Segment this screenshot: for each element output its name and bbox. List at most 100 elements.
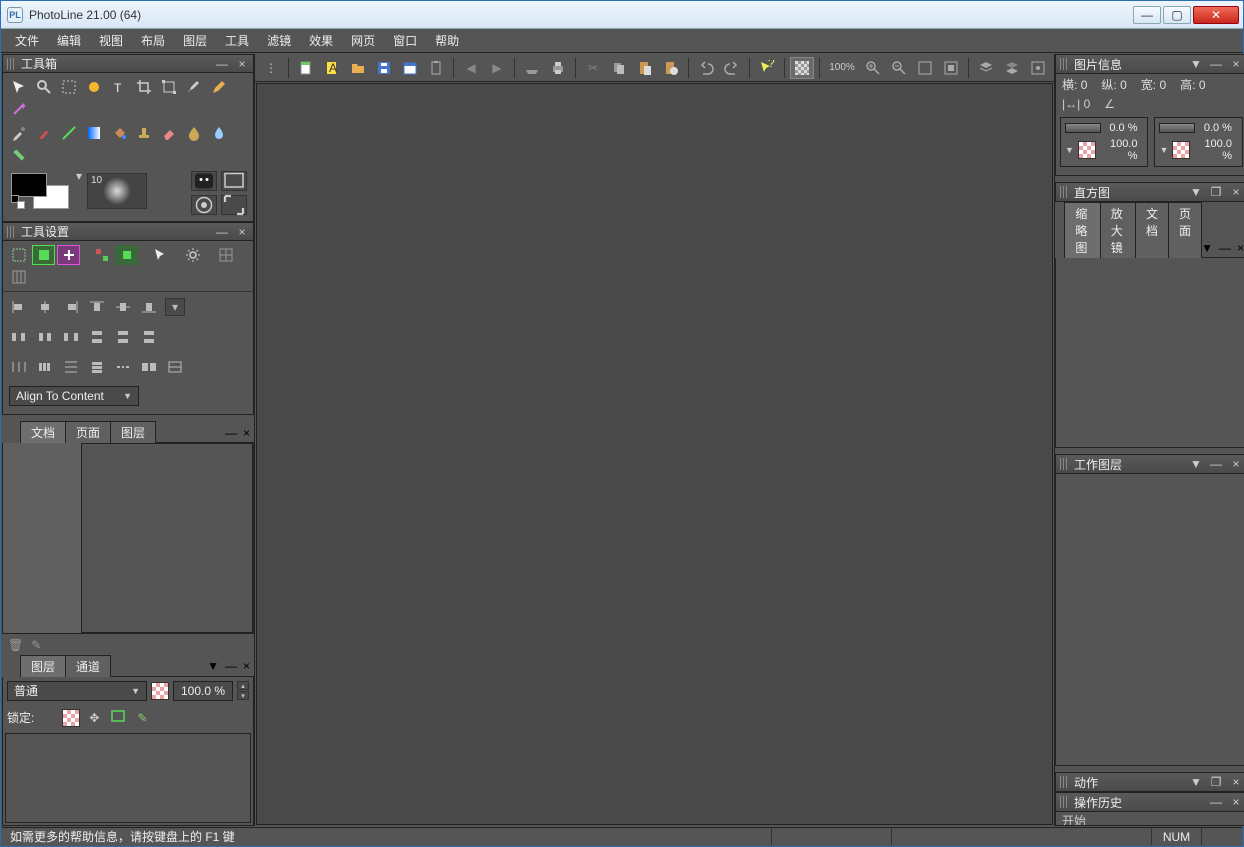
gradient-tool-icon[interactable] <box>82 123 105 143</box>
color-swatch[interactable] <box>11 173 69 209</box>
tab-page[interactable]: 页面 <box>65 421 111 443</box>
menu-filter[interactable]: 滤镜 <box>259 30 299 51</box>
opacity-checker-icon[interactable] <box>151 682 169 700</box>
align-vcenter-icon[interactable] <box>113 298 133 316</box>
lock-edit-icon[interactable]: ✎ <box>132 711 152 725</box>
align-right-icon[interactable] <box>61 298 81 316</box>
tab-thumbnail[interactable]: 缩略图 <box>1064 202 1100 258</box>
trash-icon[interactable]: 🗑 <box>8 638 23 652</box>
calendar-icon[interactable] <box>398 57 422 79</box>
screen-mode-icon[interactable] <box>221 171 247 191</box>
panel-minimize-icon[interactable]: — <box>225 659 237 673</box>
panel-close-icon[interactable]: × <box>235 225 249 239</box>
print-icon[interactable] <box>546 57 570 79</box>
space-h2-icon[interactable] <box>35 358 55 376</box>
open-icon[interactable] <box>346 57 370 79</box>
align-center-icon[interactable] <box>115 245 138 265</box>
panel-menu-icon[interactable]: ▼ <box>1189 185 1203 199</box>
tab-channels[interactable]: 通道 <box>65 655 111 677</box>
toolsettings-header[interactable]: 工具设置 — × <box>2 222 254 241</box>
move-tool-icon[interactable] <box>7 77 30 97</box>
panel-menu-icon[interactable]: ▼ <box>1201 241 1213 255</box>
fullscreen-icon[interactable] <box>221 195 247 215</box>
opacity-up-icon[interactable]: ▴ <box>237 681 249 690</box>
tab-page2[interactable]: 页面 <box>1168 202 1202 258</box>
fit-window-icon[interactable] <box>913 57 937 79</box>
checker-toggle-icon[interactable] <box>790 57 814 79</box>
align-group-icon[interactable] <box>90 245 113 265</box>
space-eq-v-icon[interactable] <box>139 358 159 376</box>
brush-preview[interactable]: 10 <box>87 173 147 209</box>
blur-tool-icon[interactable] <box>207 123 230 143</box>
mask-mode-icon[interactable] <box>191 171 217 191</box>
menu-file[interactable]: 文件 <box>7 30 47 51</box>
zoom-tool-icon[interactable] <box>32 77 55 97</box>
toolbar-grip-icon[interactable]: ⋮ <box>259 57 283 79</box>
panel-minimize-icon[interactable]: — <box>225 426 237 440</box>
wand-tool-icon[interactable] <box>7 99 30 119</box>
align-to-dropdown[interactable]: Align To Content ▼ <box>9 386 139 406</box>
redo-icon[interactable] <box>720 57 744 79</box>
layer-list[interactable] <box>5 733 251 823</box>
menu-edit[interactable]: 编辑 <box>49 30 89 51</box>
layers-icon[interactable] <box>974 57 998 79</box>
info-slot-1[interactable]: 0.0 % ▼100.0 % <box>1060 117 1148 167</box>
tab-document[interactable]: 文档 <box>20 421 66 443</box>
dist-top-icon[interactable] <box>87 328 107 346</box>
layer-bounds-icon[interactable] <box>32 245 55 265</box>
grid-b-icon[interactable] <box>7 267 30 287</box>
eyedropper-tool-icon[interactable] <box>7 123 30 143</box>
foreground-color-swatch[interactable] <box>11 173 47 197</box>
undo-icon[interactable] <box>694 57 718 79</box>
imginfo-header[interactable]: 图片信息 ▼ — × <box>1055 54 1244 74</box>
dist-bottom-icon[interactable] <box>139 328 159 346</box>
tab-doc[interactable]: 文档 <box>1135 202 1169 258</box>
paste-special-icon[interactable] <box>659 57 683 79</box>
stamp-tool-icon[interactable] <box>132 123 155 143</box>
menu-tools[interactable]: 工具 <box>217 30 257 51</box>
lock-transparency-icon[interactable] <box>62 709 80 727</box>
clipboard-icon[interactable] <box>424 57 448 79</box>
tab-layers[interactable]: 图层 <box>20 655 66 677</box>
space-h-icon[interactable] <box>9 358 29 376</box>
align-bottom-icon[interactable] <box>139 298 159 316</box>
menu-layer[interactable]: 图层 <box>175 30 215 51</box>
menu-view[interactable]: 视图 <box>91 30 131 51</box>
layer-add-icon[interactable] <box>57 245 80 265</box>
brush-tool-icon[interactable] <box>182 77 205 97</box>
doc-thumb-strip[interactable] <box>3 443 81 633</box>
scanner-icon[interactable] <box>520 57 544 79</box>
align-top-icon[interactable] <box>87 298 107 316</box>
new-file-icon[interactable] <box>294 57 318 79</box>
pointer-icon[interactable] <box>148 245 171 265</box>
zoom-out-icon[interactable] <box>887 57 911 79</box>
panel-menu-icon[interactable]: ▼ <box>1189 457 1203 471</box>
panel-minimize-icon[interactable]: — <box>1219 241 1231 255</box>
panel-close-icon[interactable]: × <box>1229 457 1243 471</box>
panel-menu-icon[interactable]: ▼ <box>1189 775 1203 789</box>
menu-effect[interactable]: 效果 <box>301 30 341 51</box>
grid-a-icon[interactable] <box>214 245 237 265</box>
default-colors-icon[interactable] <box>11 195 25 209</box>
panel-close-icon[interactable]: × <box>1237 241 1244 255</box>
opacity-field[interactable]: 100.0 % <box>173 681 233 701</box>
panel-menu-icon[interactable]: ▼ <box>207 659 219 673</box>
crop-tool-icon[interactable] <box>132 77 155 97</box>
align-left-icon[interactable] <box>9 298 29 316</box>
toolbox-header[interactable]: 工具箱 — × <box>2 54 254 73</box>
paint-tool-icon[interactable] <box>32 123 55 143</box>
worklayer-body[interactable] <box>1055 474 1244 766</box>
panel-minimize-icon[interactable]: — <box>1209 795 1223 809</box>
chevron-down-icon[interactable]: ▼ <box>1065 145 1074 155</box>
marquee-tool-icon[interactable] <box>57 77 80 97</box>
heal-tool-icon[interactable] <box>7 145 30 165</box>
panel-menu-icon[interactable]: ▼ <box>1189 57 1203 71</box>
help-cursor-icon[interactable]: ? <box>755 57 779 79</box>
space-eq-h-icon[interactable] <box>113 358 133 376</box>
dist-right-icon[interactable] <box>61 328 81 346</box>
history-header[interactable]: 操作历史 — × <box>1055 792 1244 812</box>
gear-icon[interactable] <box>181 245 204 265</box>
panel-close-icon[interactable]: × <box>1229 57 1243 71</box>
space-v-icon[interactable] <box>61 358 81 376</box>
panel-minimize-icon[interactable]: — <box>1209 457 1223 471</box>
